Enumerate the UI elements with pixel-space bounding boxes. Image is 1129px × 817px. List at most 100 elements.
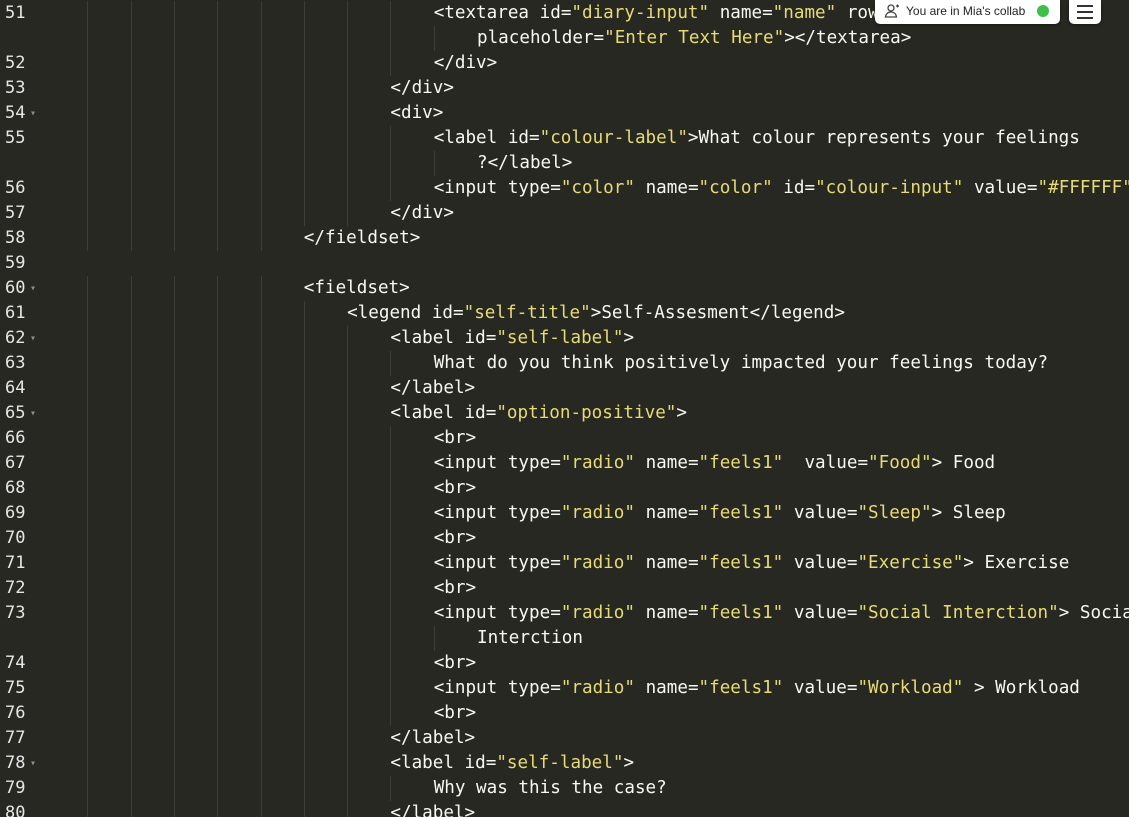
- indent-guide: [303, 1, 305, 26]
- indent-guide: [173, 51, 175, 76]
- fold-toggle-icon[interactable]: ▾: [30, 751, 36, 776]
- code-token-attr: id: [464, 328, 486, 348]
- indent-guide: [217, 151, 219, 176]
- line-gutter: 77: [0, 726, 40, 751]
- line-number: 73: [5, 603, 26, 623]
- code-line[interactable]: 64 </label>: [0, 376, 1129, 401]
- indent-guide: [217, 501, 219, 526]
- indent-guide: [87, 151, 89, 176]
- code-token-attr: type: [507, 178, 551, 198]
- indent-guide: [347, 676, 349, 701]
- code-line[interactable]: 61 <legend id="self-title">Self-Assesment…: [0, 301, 1129, 326]
- indent-guide: [87, 551, 89, 576]
- code-line[interactable]: 77 </label>: [0, 726, 1129, 751]
- indent-guide: [303, 201, 305, 226]
- code-token-tag: >: [931, 453, 943, 473]
- code-line[interactable]: 78 ▾ <label id="self-label">: [0, 751, 1129, 776]
- indent-guide: [173, 151, 175, 176]
- code-line[interactable]: 70 <br>: [0, 526, 1129, 551]
- code-line[interactable]: 65 ▾ <label id="option-positive">: [0, 401, 1129, 426]
- code-text: <label id="colour-label">What colour rep…: [434, 126, 1080, 151]
- code-token-tag: <br>: [433, 478, 477, 498]
- code-line[interactable]: 56 <input type="color" name="color" id="c…: [0, 176, 1129, 201]
- menu-button[interactable]: [1069, 0, 1101, 24]
- code-line[interactable]: 52 </div>: [0, 51, 1129, 76]
- indent-guide: [260, 76, 262, 101]
- code-line[interactable]: 59: [0, 251, 1129, 276]
- indent-guide: [303, 626, 305, 651]
- line-number: 70: [5, 528, 26, 548]
- code-line[interactable]: placeholder="Enter Text Here"></textarea…: [0, 26, 1129, 51]
- code-token-attr: id: [539, 3, 561, 23]
- code-token-str: "name": [772, 3, 837, 23]
- code-line[interactable]: 73 <input type="radio" name="feels1" valu…: [0, 601, 1129, 626]
- code-line[interactable]: 76 <br>: [0, 701, 1129, 726]
- code-line[interactable]: 60 ▾ <fieldset>: [0, 276, 1129, 301]
- indent-guide: [347, 201, 349, 226]
- line-number: 74: [5, 653, 26, 673]
- collab-status-badge[interactable]: You are in Mia's collab: [875, 0, 1060, 24]
- code-line[interactable]: 63 What do you think positively impacted …: [0, 351, 1129, 376]
- code-token-str: "feels1": [698, 553, 784, 573]
- indent-guide: [303, 76, 305, 101]
- code-line[interactable]: Interction: [0, 626, 1129, 651]
- code-line[interactable]: 53 </div>: [0, 76, 1129, 101]
- indent-guide: [260, 151, 262, 176]
- indent-guide: [130, 26, 132, 51]
- indent-guide: [173, 451, 175, 476]
- code-line[interactable]: 62 ▾ <label id="self-label">: [0, 326, 1129, 351]
- code-line[interactable]: 74 <br>: [0, 651, 1129, 676]
- indent-guide: [260, 701, 262, 726]
- code-line[interactable]: 57 </div>: [0, 201, 1129, 226]
- indent-guide: [347, 651, 349, 676]
- code-token-tag: >: [623, 328, 635, 348]
- indent-guide: [260, 751, 262, 776]
- fold-toggle-icon[interactable]: ▾: [30, 326, 36, 351]
- code-line[interactable]: 69 <input type="radio" name="feels1" valu…: [0, 501, 1129, 526]
- indent-guide: [130, 126, 132, 151]
- fold-toggle-icon[interactable]: ▾: [30, 276, 36, 301]
- code-line[interactable]: 68 <br>: [0, 476, 1129, 501]
- indent-guide: [130, 176, 132, 201]
- indent-guide: [87, 676, 89, 701]
- line-gutter: [0, 151, 40, 176]
- indent-guide: [260, 801, 262, 817]
- code-token-attr: type: [507, 453, 551, 473]
- indent-guide: [347, 176, 349, 201]
- fold-toggle-icon[interactable]: ▾: [30, 101, 36, 126]
- indent-guide: [260, 126, 262, 151]
- code-line[interactable]: ?</label>: [0, 151, 1129, 176]
- code-line[interactable]: 54 ▾ <div>: [0, 101, 1129, 126]
- code-line[interactable]: 71 <input type="radio" name="feels1" valu…: [0, 551, 1129, 576]
- indent-guide: [347, 526, 349, 551]
- indent-guide: [347, 576, 349, 601]
- indent-guide: [260, 601, 262, 626]
- code-token-attr: name: [645, 503, 688, 523]
- code-token-text: Why was this the case?: [433, 778, 667, 798]
- indent-guide: [347, 626, 349, 651]
- code-token-attr: value: [793, 553, 847, 573]
- code-editor[interactable]: 51 <textarea id="diary-input" name="name"…: [0, 0, 1129, 817]
- code-text: </div>: [390, 201, 454, 226]
- code-line[interactable]: 67 <input type="radio" name="feels1" valu…: [0, 451, 1129, 476]
- code-line[interactable]: 75 <input type="radio" name="feels1" valu…: [0, 676, 1129, 701]
- code-line[interactable]: 72 <br>: [0, 576, 1129, 601]
- indent-guide: [303, 651, 305, 676]
- code-token-eq: =: [593, 28, 605, 48]
- code-line[interactable]: 80 </label>: [0, 801, 1129, 817]
- fold-toggle-icon[interactable]: ▾: [30, 401, 36, 426]
- indent-guide: [390, 351, 392, 376]
- code-token-str: "radio": [560, 553, 635, 573]
- indent-guide: [130, 376, 132, 401]
- code-text: </fieldset>: [304, 226, 421, 251]
- code-line[interactable]: 55 <label id="colour-label">What colour r…: [0, 126, 1129, 151]
- indent-guide: [130, 776, 132, 801]
- code-line[interactable]: 58 </fieldset>: [0, 226, 1129, 251]
- code-line[interactable]: 66 <br>: [0, 426, 1129, 451]
- code-line[interactable]: 79 Why was this the case?: [0, 776, 1129, 801]
